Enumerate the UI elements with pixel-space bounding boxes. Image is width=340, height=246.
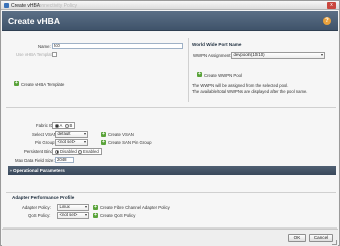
operational-parameters-title: Operational Parameters	[13, 168, 65, 173]
qos-policy-label: QoS Policy:	[28, 213, 51, 218]
create-san-pin-group-plus-icon[interactable]: +	[101, 139, 106, 145]
resize-grip[interactable]	[332, 240, 337, 245]
close-icon[interactable]: x	[327, 2, 336, 9]
create-san-pin-group-link[interactable]: Create SAN Pin Group	[108, 140, 151, 145]
binding-enabled-label: Enabled	[83, 148, 99, 154]
cancel-button[interactable]: Cancel	[309, 234, 333, 242]
help-icon[interactable]: ?	[323, 17, 331, 25]
create-qos-policy-link[interactable]: Create QoS Policy	[100, 213, 135, 218]
window-titlebar[interactable]: Create vHBA Connectivity Policy x	[1, 1, 339, 10]
adapter-profile-title: Adapter Performance Profile	[12, 194, 75, 200]
name-input[interactable]: fc0	[52, 43, 183, 49]
persistent-binding-selector: Disabled Enabled	[52, 148, 102, 155]
fabric-a-label: A	[59, 122, 63, 128]
qos-policy-select[interactable]: <not set> ▾	[57, 212, 89, 219]
fabric-b-label: B	[69, 122, 73, 128]
create-vsan-link[interactable]: Create VSAN	[108, 132, 134, 137]
pin-group-select[interactable]: <not set> ▾	[55, 139, 88, 146]
dialog-title: Create vHBA	[8, 16, 60, 26]
dialog-footer: OK Cancel	[2, 229, 338, 246]
chevron-down-icon: ▾	[320, 52, 323, 57]
use-template-label: Use vHBA Template:	[16, 52, 56, 57]
fabric-id-selector: A B	[52, 122, 75, 129]
use-template-checkbox[interactable]	[52, 51, 57, 57]
wwpn-assignment-select[interactable]: devpooln(10/10) ▾	[231, 52, 325, 59]
adapter-policy-label: Adapter Policy:	[22, 205, 51, 210]
section-divider	[6, 107, 336, 108]
wwpn-assignment-value: devpooln(10/10)	[233, 52, 265, 57]
qos-policy-value: <not set>	[59, 212, 78, 217]
dialog-content: Name: fc0 Use vHBA Template: + Create vH…	[2, 32, 338, 228]
create-fc-adapter-policy-plus-icon[interactable]: +	[93, 204, 98, 210]
dialog-header: Create vHBA ?	[2, 11, 338, 31]
create-qos-policy-plus-icon[interactable]: +	[93, 212, 98, 218]
pin-group-value: <not set>	[57, 139, 76, 144]
create-fc-adapter-policy-link[interactable]: Create Fibre Channel Adapter Policy	[100, 205, 170, 210]
section-divider	[6, 192, 336, 193]
create-vsan-plus-icon[interactable]: +	[101, 131, 106, 137]
binding-disabled-radio[interactable]	[55, 149, 59, 154]
vsan-value: default	[57, 131, 71, 136]
create-vhba-window: Create vHBA Connectivity Policy x Create…	[0, 0, 340, 246]
create-template-plus-icon[interactable]: +	[14, 81, 19, 86]
vsan-select[interactable]: default ▾	[55, 131, 88, 138]
wwpn-info-line-1: The WWPN will be assigned from the selec…	[192, 83, 289, 88]
adapter-policy-value: Linux	[59, 204, 70, 209]
fabric-b-radio[interactable]	[64, 123, 69, 128]
background-window-title: Connectivity Policy	[35, 2, 77, 9]
chevron-down-icon: ▾	[83, 139, 86, 144]
app-icon	[4, 3, 9, 8]
max-data-field-size-label: Max Data Field Size:	[15, 158, 55, 163]
chevron-down-icon: ▾	[84, 212, 87, 217]
fabric-a-radio[interactable]	[54, 123, 59, 128]
wwpn-section-title: World Wide Port Name	[192, 42, 242, 47]
operational-parameters-bar[interactable]: » Operational Parameters	[8, 166, 336, 175]
max-data-field-size-input[interactable]: 2048	[55, 157, 74, 163]
create-wwpn-pool-link[interactable]: Create WWPN Pool	[204, 73, 242, 78]
pin-group-label: Pin Group:	[35, 140, 56, 145]
binding-enabled-radio[interactable]	[78, 149, 82, 154]
expand-chevron-icon: »	[9, 167, 13, 173]
chevron-down-icon: ▾	[84, 204, 87, 209]
name-label: Name:	[38, 44, 51, 49]
column-divider	[188, 38, 189, 102]
wwpn-info-line-2: The available/total WWPNs are displayed …	[192, 88, 308, 94]
chevron-down-icon: ▾	[83, 131, 86, 136]
create-template-link[interactable]: Create vHBA Template	[21, 82, 64, 87]
wwpn-assignment-label: WWPN Assignment:	[193, 53, 232, 58]
create-wwpn-pool-plus-icon[interactable]: +	[197, 72, 202, 77]
binding-disabled-label: Disabled	[60, 148, 77, 154]
ok-button[interactable]: OK	[288, 234, 306, 242]
adapter-policy-select[interactable]: Linux ▾	[57, 204, 89, 211]
